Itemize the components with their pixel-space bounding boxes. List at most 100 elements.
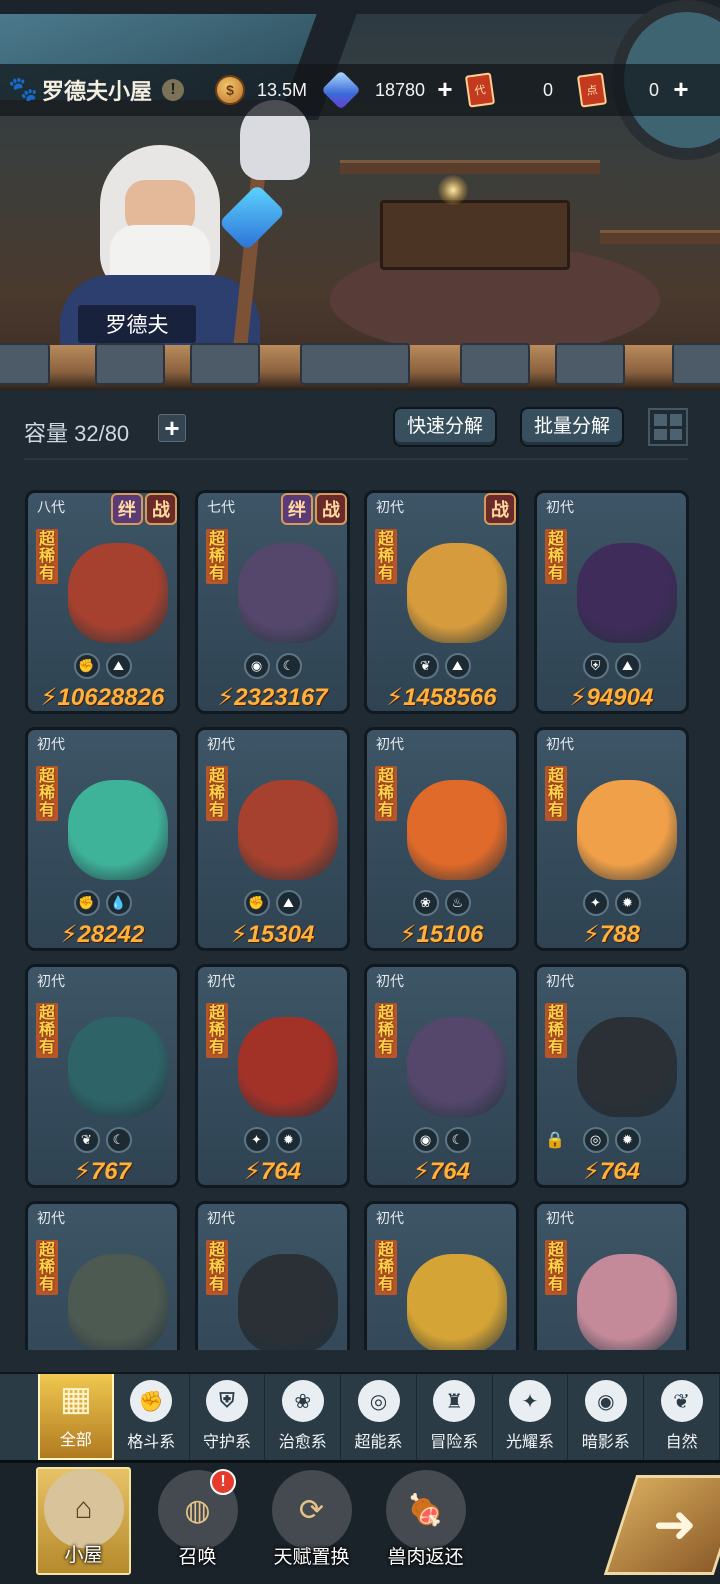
- capacity-label: 容量 32/80: [24, 421, 130, 446]
- nav-label: 兽肉返还: [387, 1547, 464, 1568]
- category-tab-4[interactable]: ❀ 治愈系: [265, 1374, 342, 1460]
- creature-portrait: [577, 780, 677, 880]
- rarity-badge: 超稀有: [375, 1003, 397, 1058]
- ticket-value-1: 0: [542, 79, 553, 100]
- category-label: 格斗系: [127, 1434, 176, 1451]
- pet-card[interactable]: 初代 超稀有 ✊ ⛰ ⚡15304: [195, 727, 350, 951]
- gem-plus-button[interactable]: +: [433, 76, 457, 102]
- category-tab-1[interactable]: ▦ 全部: [38, 1374, 114, 1460]
- pet-card[interactable]: 初代超稀有 ✦ ✹ ⚡788: [534, 727, 689, 951]
- creature-portrait: [238, 780, 338, 880]
- generation-label: 初代: [376, 736, 404, 752]
- pet-card[interactable]: 初代 超稀有: [25, 1201, 180, 1350]
- element-icons: ❦ ⛰: [367, 653, 516, 679]
- shield-icon: ⛨: [205, 1380, 248, 1422]
- fist-icon: ✊: [130, 1380, 173, 1422]
- writing-desk: [380, 200, 570, 270]
- pet-card[interactable]: 初代 超稀有 ❦ ☾ ⚡767: [25, 964, 180, 1188]
- rarity-badge: 超稀有: [375, 1240, 397, 1295]
- nav-meat[interactable]: 🍖 兽肉返还: [378, 1467, 473, 1575]
- coin-value: 13.5M: [256, 79, 307, 100]
- sun-icon: ✹: [614, 1127, 641, 1153]
- ticket-value-2: 0: [648, 79, 659, 100]
- element-icons: ✊ 💧: [28, 890, 177, 916]
- ticket-icon: 代: [464, 72, 496, 108]
- pet-card[interactable]: 初代 超稀有 ❀ ♨ ⚡15106: [364, 727, 519, 951]
- info-icon[interactable]: !: [162, 79, 185, 101]
- quick-decompose-button[interactable]: 快速分解: [393, 407, 498, 447]
- generation-label: 初代: [37, 973, 65, 989]
- ticket-resource-2: 点 0 +: [576, 72, 699, 108]
- pet-card[interactable]: 初代 超稀有 ◉ ☾ ⚡764: [364, 964, 519, 1188]
- pet-card[interactable]: 初代 超稀有 ✦ ✹ ⚡764: [195, 964, 350, 1188]
- generation-label: 初代: [546, 973, 574, 989]
- pet-card[interactable]: 初代 超稀有 战 ❦ ⛰ ⚡1458566: [364, 490, 519, 714]
- creature-portrait: [68, 780, 168, 880]
- category-tab-9[interactable]: ❦ 自然: [644, 1374, 720, 1460]
- wall-shelf: [600, 230, 720, 244]
- bond-tag: 绊: [281, 493, 313, 525]
- bottom-nav: ➜ ⌂ 小屋 ◍ 召唤! ⟳ 天赋置换 🍖 兽肉返还: [0, 1460, 720, 1584]
- category-tab-8[interactable]: ◉ 暗影系: [568, 1374, 645, 1460]
- pet-card[interactable]: 初代 超稀有 ⛨ ⛰ ⚡94904: [534, 490, 689, 714]
- generation-label: 初代: [207, 1210, 235, 1226]
- pet-card[interactable]: 初代 超稀有: [195, 1201, 350, 1350]
- generation-label: 八代: [37, 499, 65, 515]
- power-value: ⚡15304: [230, 921, 315, 948]
- expand-capacity-button[interactable]: +: [158, 414, 186, 442]
- power-value: ⚡788: [583, 921, 640, 948]
- generation-label: 初代: [546, 736, 574, 752]
- home-title-text: 罗德夫小屋: [42, 79, 153, 104]
- category-tab-3[interactable]: ⛨ 守护系: [190, 1374, 266, 1460]
- pet-card[interactable]: 初代 超稀有: [364, 1201, 519, 1350]
- nav-house[interactable]: ⌂ 小屋: [36, 1467, 131, 1575]
- ticket-icon: 点: [576, 72, 608, 108]
- pet-card[interactable]: 八代 超稀有 绊战 ✊ ⛰ ⚡10628826: [25, 490, 180, 714]
- sprout-icon: ❀: [412, 890, 439, 916]
- generation-label: 初代: [37, 736, 65, 752]
- paw-icon: 🐾: [8, 76, 38, 103]
- forward-arrow-button[interactable]: ➜: [603, 1475, 720, 1575]
- generation-label: 初代: [546, 499, 574, 515]
- pet-card[interactable]: 初代 超稀有: [534, 1201, 689, 1350]
- home-title: 🐾 罗德夫小屋 !: [0, 74, 215, 106]
- gem-icon: [321, 70, 361, 110]
- power-value: ⚡10628826: [40, 684, 165, 711]
- category-tab-6[interactable]: ♜ 冒险系: [417, 1374, 493, 1460]
- category-tab-7[interactable]: ✦ 光耀系: [493, 1374, 569, 1460]
- nav-egg[interactable]: ◍ 召唤!: [150, 1467, 245, 1575]
- status-tags: 绊战: [279, 493, 347, 525]
- category-label: 暗影系: [581, 1434, 630, 1451]
- moon-icon: ☾: [275, 653, 302, 679]
- shadow-icon: ◉: [412, 1127, 439, 1153]
- pet-card[interactable]: 初代 超稀有 ✊ 💧 ⚡28242: [25, 727, 180, 951]
- rarity-badge: 超稀有: [545, 766, 567, 821]
- grid-view-button[interactable]: [648, 408, 688, 446]
- category-tab-5[interactable]: ◎ 超能系: [341, 1374, 417, 1460]
- gem-resource: 18780 +: [321, 70, 459, 110]
- earth-icon: ⛰: [614, 653, 641, 679]
- battle-tag: 战: [315, 493, 347, 525]
- house-icon: ⌂: [43, 1469, 124, 1548]
- element-icons: ✦ ✹: [537, 890, 686, 916]
- fist-icon: ✊: [243, 890, 270, 916]
- lock-icon[interactable]: 🔒: [545, 1130, 565, 1150]
- star-icon: ✦: [582, 890, 609, 916]
- fire-icon: ♨: [444, 890, 471, 916]
- creature-portrait: [407, 1254, 507, 1350]
- psychic-icon: ◎: [357, 1380, 400, 1422]
- pet-card[interactable]: 初代 超稀有 ◎ ✹ 🔒 ⚡764: [534, 964, 689, 1188]
- coin-icon: $: [215, 75, 245, 105]
- shadow-eye-icon: ◉: [584, 1380, 627, 1422]
- pet-card[interactable]: 七代 超稀有 绊战 ◉ ☾ ⚡2323167: [195, 490, 350, 714]
- batch-decompose-button[interactable]: 批量分解: [520, 407, 625, 447]
- nav-swap[interactable]: ⟳ 天赋置换: [264, 1467, 359, 1575]
- category-label: 守护系: [202, 1434, 251, 1451]
- ticket-plus-button[interactable]: +: [669, 76, 693, 102]
- category-tab-2[interactable]: ✊ 格斗系: [114, 1374, 190, 1460]
- leaf-icon: ❦: [73, 1127, 100, 1153]
- rarity-badge: 超稀有: [36, 1003, 58, 1058]
- creature-portrait: [407, 1017, 507, 1117]
- pet-storage-panel: 容量 32/80 + 快速分解 批量分解 八代 超稀有绊战 ✊ ⛰ ⚡10628826 七…: [0, 390, 720, 1375]
- generation-label: 初代: [37, 1210, 65, 1226]
